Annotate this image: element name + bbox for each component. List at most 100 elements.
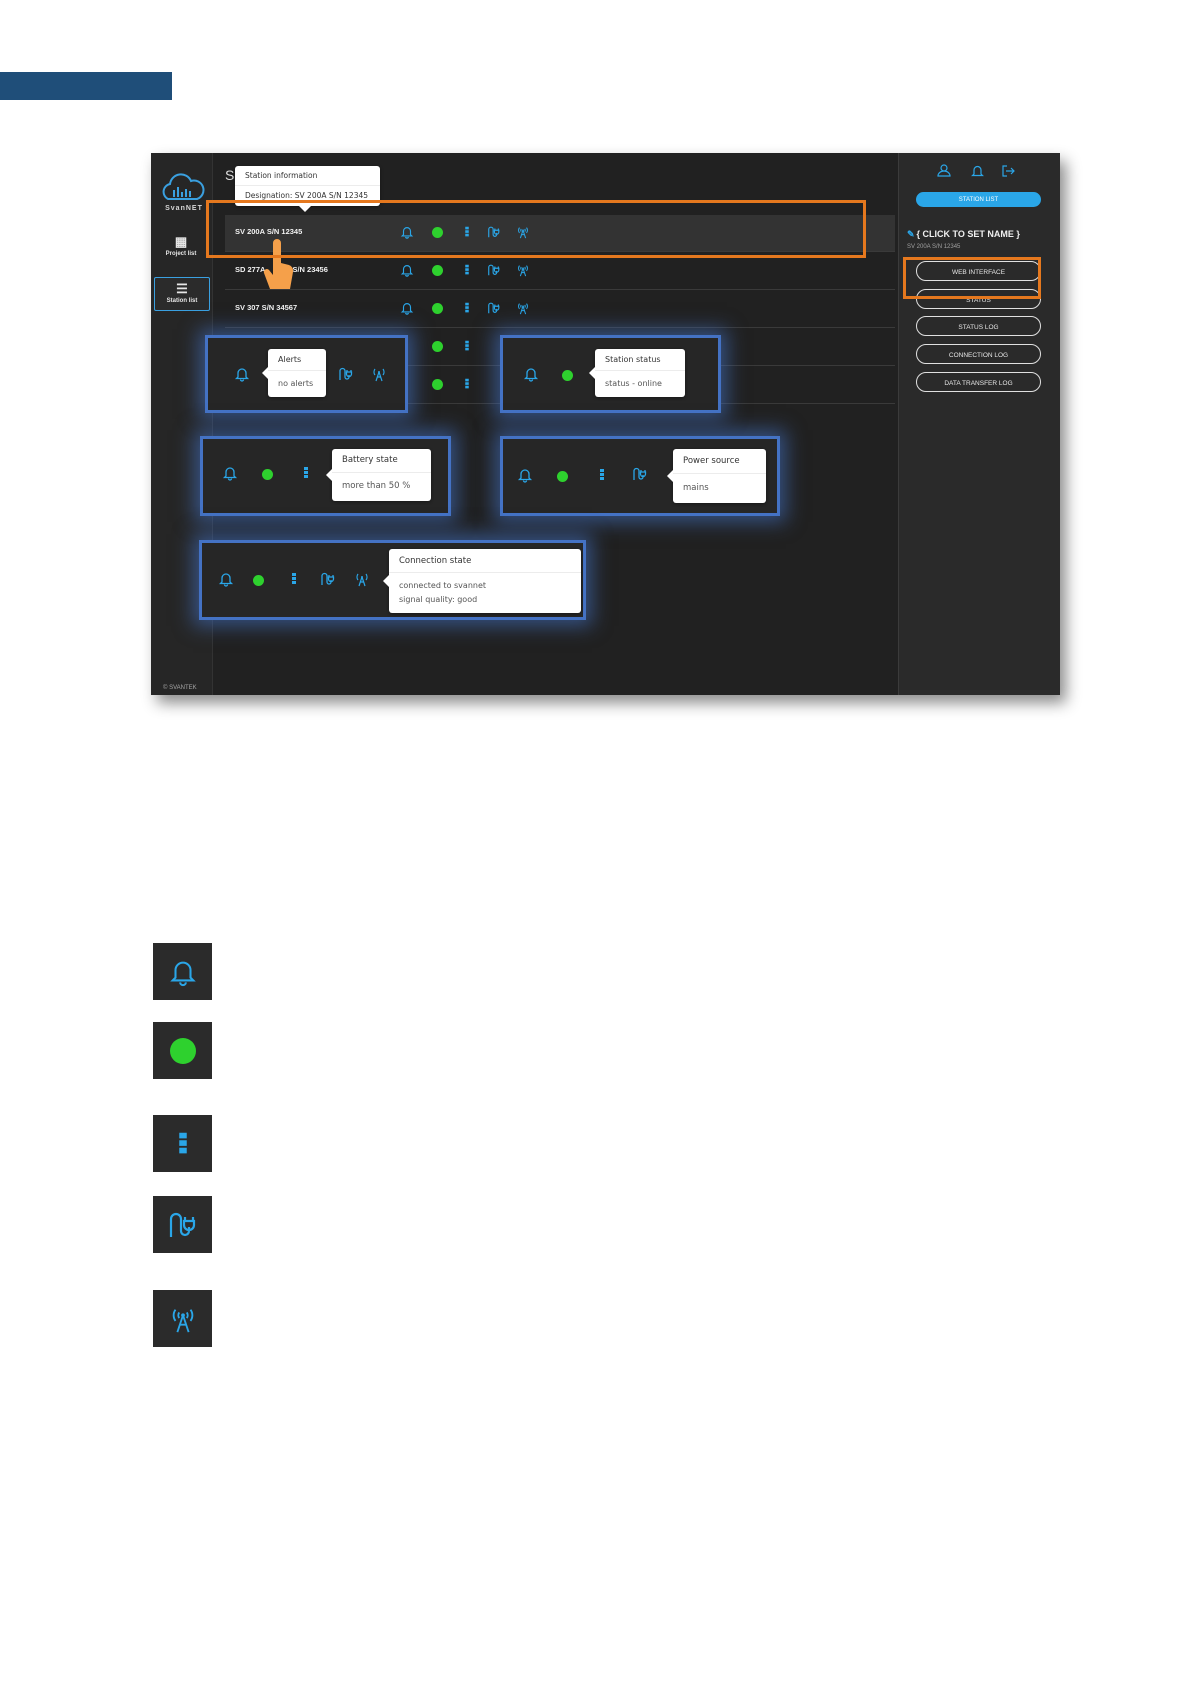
set-name-link[interactable]: ✎{ CLICK TO SET NAME } — [907, 229, 1020, 240]
antenna-icon — [373, 368, 385, 382]
tooltip-title: Power source — [683, 456, 740, 466]
tooltip-title: Station status — [605, 355, 661, 364]
status-button[interactable]: STATUS — [916, 289, 1041, 309]
antenna-icon[interactable] — [516, 301, 530, 315]
status-dot-icon — [562, 370, 573, 381]
connection-log-button[interactable]: CONNECTION LOG — [916, 344, 1041, 364]
copyright-text: © SVANTEK — [163, 685, 197, 691]
legend-battery — [153, 1115, 212, 1172]
tooltip-title: Station information — [245, 171, 318, 180]
station-info-tooltip: Station information Designation: SV 200A… — [235, 166, 380, 212]
logo-text: SvanNET — [165, 205, 203, 212]
section-header-bar — [0, 72, 172, 100]
pointing-hand-icon — [263, 239, 294, 289]
alerts-tooltip: Alerts no alerts — [262, 349, 326, 397]
bell-icon — [517, 469, 533, 483]
power-plug-icon[interactable] — [487, 225, 501, 239]
antenna-icon — [356, 573, 368, 587]
antenna-icon — [172, 1308, 193, 1332]
web-interface-button[interactable]: WEB INTERFACE — [916, 261, 1041, 281]
station-list-icon: ☰ — [176, 281, 188, 296]
battery-icon — [304, 467, 308, 478]
status-dot-icon[interactable] — [432, 265, 443, 276]
tooltip-value-2: signal quality: good — [399, 595, 478, 604]
battery-icon[interactable] — [460, 377, 474, 391]
data-transfer-log-button[interactable]: DATA TRANSFER LOG — [916, 372, 1041, 392]
station-status-callout: Station status status - online — [500, 335, 721, 413]
pencil-icon: ✎ — [907, 229, 915, 239]
legend-antenna — [153, 1290, 212, 1347]
nav-item-label: Station list — [166, 298, 198, 304]
tooltip-title: Battery state — [342, 455, 398, 465]
power-plug-icon[interactable] — [487, 301, 501, 315]
nav-item-station-list[interactable]: ☰ Station list — [154, 277, 210, 311]
station-list-button[interactable]: STATION LIST — [916, 192, 1041, 207]
legend-bell — [153, 943, 212, 1000]
tooltip-value: mains — [683, 483, 709, 493]
status-dot-icon — [557, 471, 568, 482]
tooltip-line: Designation: SV 200A S/N 12345 — [245, 191, 369, 200]
battery-icon — [178, 1132, 187, 1153]
bell-icon[interactable] — [400, 263, 414, 277]
tooltip-value: more than 50 % — [342, 481, 411, 491]
power-plug-icon[interactable] — [487, 263, 501, 277]
station-name: SV 200A S/N 12345 — [235, 227, 303, 236]
top-icons — [937, 164, 1015, 177]
user-icon — [937, 164, 951, 177]
status-log-button[interactable]: STATUS LOG — [916, 316, 1041, 336]
status-dot-icon — [169, 1037, 196, 1064]
power-source-callout: Power source mains — [500, 436, 780, 516]
station-name: SV 307 S/N 34567 — [235, 303, 298, 312]
table-row[interactable]: SD 277A S/N 23456 — [225, 253, 895, 290]
tooltip-value: no alerts — [278, 379, 314, 388]
bell-icon — [234, 368, 250, 382]
right-panel: STATION LIST ✎{ CLICK TO SET NAME } SV 2… — [898, 153, 1060, 695]
battery-icon[interactable] — [460, 263, 474, 277]
power-plug-icon — [169, 1212, 195, 1237]
bell-icon[interactable] — [400, 225, 414, 239]
battery-icon[interactable] — [460, 301, 474, 315]
table-row[interactable]: SV 307 S/N 34567 — [225, 291, 895, 328]
status-dot-icon[interactable] — [432, 227, 443, 238]
station-status-tooltip: Station status status - online — [589, 349, 685, 397]
legend-power-plug — [153, 1196, 212, 1253]
bell-icon — [169, 961, 196, 986]
tooltip-title: Alerts — [278, 355, 302, 364]
power-plug-icon — [321, 572, 335, 585]
table-row[interactable]: SV 200A S/N 12345 — [225, 215, 895, 252]
status-dot-icon[interactable] — [432, 379, 443, 390]
bell-icon — [218, 573, 234, 587]
tooltip-title: Connection state — [399, 556, 472, 566]
svannet-screenshot: SvanNET ▦ Project list ☰ Station list © … — [151, 153, 1060, 695]
bell-icon[interactable] — [400, 301, 414, 315]
connection-tooltip: Connection state connected to svannet si… — [383, 549, 581, 613]
status-dot-icon[interactable] — [432, 303, 443, 314]
antenna-icon[interactable] — [516, 225, 530, 239]
power-plug-icon — [633, 467, 647, 480]
status-dot-icon — [262, 469, 273, 480]
battery-callout: Battery state more than 50 % — [200, 436, 451, 516]
page-title: S — [225, 167, 235, 183]
station-serial: SV 200A S/N 12345 — [907, 244, 961, 250]
connection-callout: Connection state connected to svannet si… — [199, 540, 586, 620]
alerts-callout: Alerts no alerts — [205, 335, 408, 413]
battery-icon[interactable] — [460, 225, 474, 239]
battery-icon — [600, 469, 604, 480]
project-list-icon: ▦ — [174, 234, 188, 249]
battery-icon[interactable] — [460, 339, 474, 353]
nav-item-project-list[interactable]: ▦ Project list — [154, 234, 208, 258]
bell-icon — [222, 467, 238, 481]
power-source-tooltip: Power source mains — [667, 449, 766, 503]
legend-status-dot — [153, 1022, 212, 1079]
notifications-bell-icon — [971, 165, 984, 177]
status-dot-icon — [253, 575, 264, 586]
status-dot-icon[interactable] — [432, 341, 443, 352]
svannet-logo-icon — [162, 173, 205, 200]
antenna-icon[interactable] — [516, 263, 530, 277]
tooltip-value: status - online — [605, 379, 662, 388]
nav-item-label: Project list — [165, 251, 197, 257]
power-plug-icon — [339, 367, 353, 380]
logout-icon — [1002, 165, 1015, 177]
battery-tooltip: Battery state more than 50 % — [326, 449, 431, 501]
tooltip-value: connected to svannet — [399, 581, 487, 590]
